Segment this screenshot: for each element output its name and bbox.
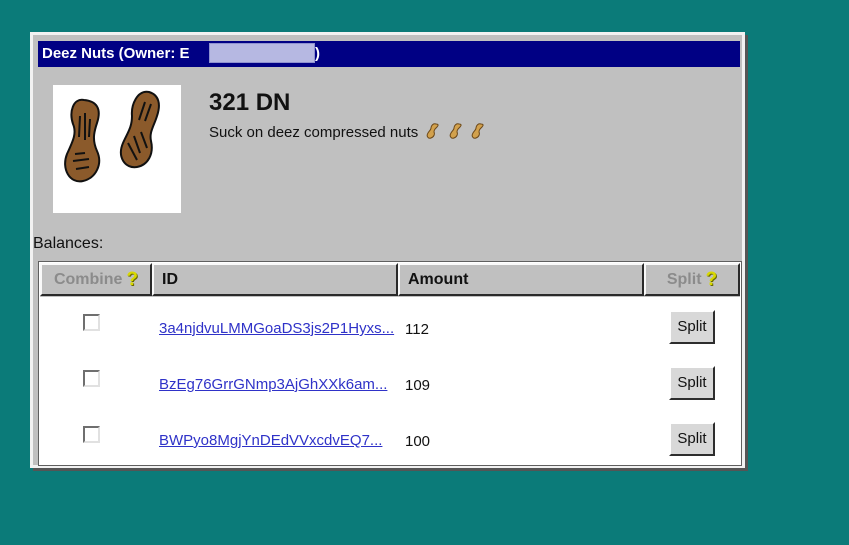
window-title-suffix: ) xyxy=(315,45,320,62)
balance-amount: 100 xyxy=(405,433,431,450)
balance-row: 3a4njdvuLMMGoaDS3js2P1Hyxs... 112 Split xyxy=(39,300,741,356)
combine-checkbox[interactable] xyxy=(83,370,100,387)
id-column-header: ID xyxy=(152,263,398,296)
balances-header: Combine? ID Amount Split? xyxy=(40,263,740,297)
window-title-prefix: Deez Nuts (Owner: E xyxy=(42,45,190,62)
peanut-emoji-icon xyxy=(471,123,484,139)
split-button[interactable]: Split xyxy=(669,422,715,456)
combine-column-header: Combine? xyxy=(40,263,152,296)
balance-row: BWPyo8MgjYnDEdVVxcdvEQ7... 100 Split xyxy=(39,412,741,468)
token-logo xyxy=(53,85,181,213)
peanut-emoji-icon xyxy=(427,123,440,139)
balance-id-link[interactable]: BzEg76GrrGNmp3AjGhXXk6am... xyxy=(159,376,399,393)
token-description-line: Suck on deez compressed nuts xyxy=(209,122,487,144)
peanut-emoji-icons xyxy=(424,122,486,144)
split-button[interactable]: Split xyxy=(669,366,715,400)
split-header-label: Split xyxy=(666,271,702,288)
token-window: Deez Nuts (Owner: E ) 321 DN Suck on dee… xyxy=(30,32,745,468)
balance-row: BzEg76GrrGNmp3AjGhXXk6am... 109 Split xyxy=(39,356,741,412)
combine-checkbox[interactable] xyxy=(83,314,100,331)
amount-column-header: Amount xyxy=(398,263,644,296)
peanut-logo-icon xyxy=(64,90,160,183)
token-title: 321 DN xyxy=(209,89,291,116)
redacted-owner-name xyxy=(209,43,315,63)
window-titlebar: Deez Nuts (Owner: E ) xyxy=(38,41,740,67)
balance-amount: 112 xyxy=(405,321,429,338)
split-button[interactable]: Split xyxy=(669,310,715,344)
token-description: Suck on deez compressed nuts xyxy=(209,124,419,141)
peanut-emoji-icon xyxy=(449,123,462,139)
balances-table: Combine? ID Amount Split? 3a4njdvuLMMGoa… xyxy=(38,261,742,466)
combine-help-icon[interactable]: ? xyxy=(126,269,138,291)
balances-label: Balances: xyxy=(33,235,104,252)
combine-header-label: Combine xyxy=(53,271,123,288)
split-help-icon[interactable]: ? xyxy=(706,269,718,291)
balance-amount: 109 xyxy=(405,377,431,394)
balance-id-link[interactable]: BWPyo8MgjYnDEdVVxcdvEQ7... xyxy=(159,432,399,449)
split-column-header: Split? xyxy=(644,263,740,296)
balance-id-link[interactable]: 3a4njdvuLMMGoaDS3js2P1Hyxs... xyxy=(159,320,399,337)
combine-checkbox[interactable] xyxy=(83,426,100,443)
